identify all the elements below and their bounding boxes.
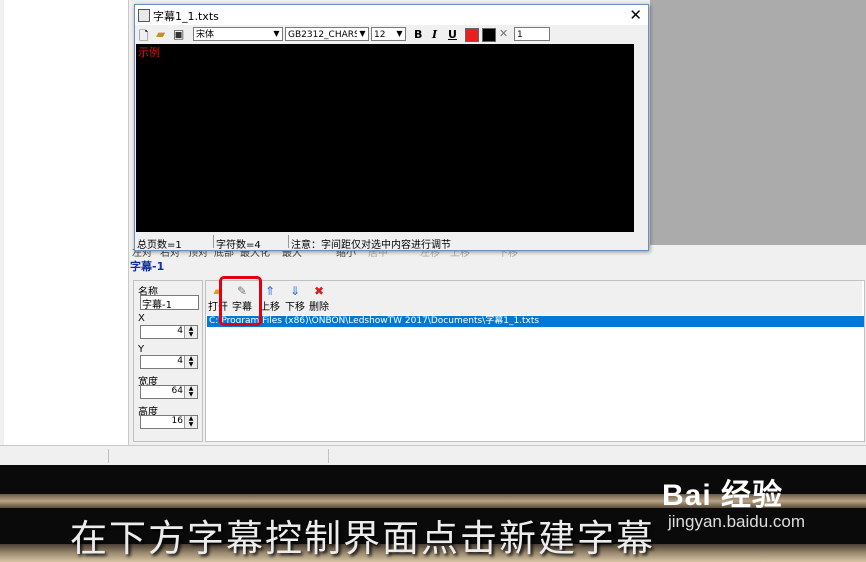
- spacing-icon: ✕: [499, 27, 509, 40]
- font-select[interactable]: 宋体 ▼: [193, 27, 283, 41]
- page-count: 总页数=1: [137, 240, 182, 251]
- preview-canvas[interactable]: 示例: [136, 44, 634, 232]
- vertical-scrollbar[interactable]: [634, 44, 647, 232]
- chevron-down-icon: ▼: [357, 28, 368, 40]
- height-value: 16: [171, 416, 183, 426]
- arrow-down-icon: ⇓: [289, 284, 301, 298]
- y-value: 4: [177, 356, 183, 366]
- move-down-label: 下移: [285, 302, 305, 313]
- delete-button[interactable]: ✖ 删除: [307, 284, 331, 314]
- dialog-titlebar[interactable]: 字幕1_1.txts ✕: [135, 5, 648, 25]
- document-icon: [138, 9, 150, 22]
- video-subtitle: 在下方字幕控制界面点击新建字幕: [70, 517, 655, 560]
- x-field[interactable]: 4 ▲ ▼: [140, 325, 198, 339]
- x-spinner[interactable]: ▲ ▼: [184, 326, 197, 338]
- x-value: 4: [177, 326, 183, 336]
- subtitle-file-row[interactable]: C:\Program Files (x86)\ONBON\LedshowTW 2…: [207, 316, 864, 327]
- delete-label: 删除: [309, 302, 329, 313]
- font-value: 宋体: [196, 30, 215, 40]
- spacing-value: 1: [517, 30, 523, 40]
- status-separator: [288, 235, 289, 248]
- left-panel: [4, 0, 129, 445]
- font-size-select[interactable]: 12 ▼: [371, 27, 406, 41]
- y-field[interactable]: 4 ▲ ▼: [140, 355, 198, 369]
- status-separator: [108, 449, 109, 463]
- move-up-label: 上移: [260, 302, 280, 313]
- brand-text: Bai 经验: [662, 479, 784, 512]
- status-separator: [328, 449, 329, 463]
- section-title: 字幕-1: [130, 260, 165, 273]
- preview-text: 示例: [138, 46, 160, 59]
- highlight-box: [219, 276, 262, 326]
- height-field[interactable]: 16 ▲ ▼: [140, 415, 198, 429]
- editor-toolbar: 🗋 ▰ ▣ 宋体 ▼ GB2312_CHARSET ▼ 12 ▼ B I U ✕…: [135, 25, 648, 44]
- width-field[interactable]: 64 ▲ ▼: [140, 385, 198, 399]
- spacing-stepper[interactable]: 1: [514, 27, 550, 41]
- height-spinner[interactable]: ▲ ▼: [184, 416, 197, 428]
- y-label: Y: [138, 344, 145, 355]
- subtitle-editor-dialog: 字幕1_1.txts ✕ 🗋 ▰ ▣ 宋体 ▼ GB2312_CHARSET ▼…: [134, 4, 649, 251]
- workspace-background: [650, 0, 866, 245]
- main-status-bar: [0, 445, 866, 466]
- italic-button[interactable]: I: [432, 28, 437, 41]
- bold-button[interactable]: B: [414, 28, 422, 41]
- open-folder-icon[interactable]: ▰: [156, 27, 165, 41]
- status-separator: [213, 235, 214, 248]
- brand-url: jingyan.baidu.com: [668, 512, 806, 531]
- x-label: X: [138, 313, 145, 324]
- subtitle-toolbar: ▰ 打开 ✎ 字幕 ⇑ 上移 ⇓ 下移 ✖ 删除: [206, 281, 862, 315]
- y-spinner[interactable]: ▲ ▼: [184, 356, 197, 368]
- char-count: 字符数=4: [216, 240, 261, 251]
- save-icon[interactable]: ▣: [173, 27, 184, 41]
- charset-select[interactable]: GB2312_CHARSET ▼: [285, 27, 369, 41]
- close-button[interactable]: ✕: [629, 6, 642, 24]
- underline-button[interactable]: U: [448, 28, 457, 41]
- chevron-down-icon: ▼: [271, 28, 282, 40]
- name-field[interactable]: 字幕-1: [140, 295, 199, 311]
- spacing-note: 注意：字间距仅对选中内容进行调节: [291, 240, 451, 251]
- delete-icon: ✖: [313, 284, 325, 298]
- dialog-status-bar: 总页数=1 字符数=4 注意：字间距仅对选中内容进行调节: [135, 234, 648, 251]
- font-size-value: 12: [374, 30, 386, 40]
- back-color-swatch[interactable]: [482, 28, 496, 42]
- dialog-title: 字幕1_1.txts: [153, 10, 219, 23]
- watermark-logo: Bai 经验 jingyan.baidu.com: [662, 470, 805, 531]
- width-spinner[interactable]: ▲ ▼: [184, 386, 197, 398]
- chevron-down-icon: ▼: [394, 28, 405, 40]
- width-value: 64: [171, 386, 183, 396]
- fore-color-swatch[interactable]: [465, 28, 479, 42]
- move-down-button[interactable]: ⇓ 下移: [283, 284, 307, 314]
